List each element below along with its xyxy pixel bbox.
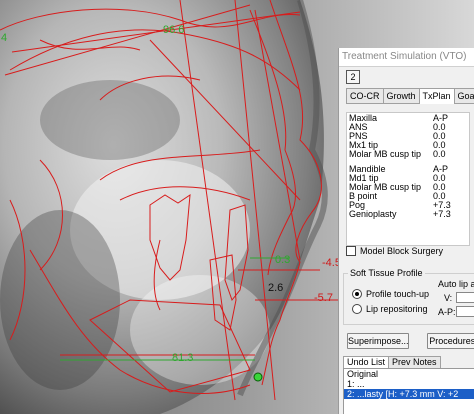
measurement-soft-tissue: 0.3 xyxy=(275,254,291,266)
tab-goal[interactable]: Goal xyxy=(453,88,474,103)
list-item[interactable]: Original xyxy=(344,369,474,379)
v-field[interactable] xyxy=(456,292,474,303)
model-block-label: Model Block Surgery xyxy=(360,246,444,256)
auto-lip-label: Auto lip a xyxy=(438,279,474,289)
measurement-chin: 81.3 xyxy=(172,352,194,364)
movement-grid: Maxilla A-P ANS 0.0 PNS 0.0 Mx1 tip 0.0 Mol… xyxy=(346,112,470,246)
treatment-simulation-panel: Treatment Simulation (VTO) 2 CO-CR Growt… xyxy=(338,48,474,414)
tab-prev-notes[interactable]: Prev Notes xyxy=(388,356,441,368)
measurement-angle-top: 96.6 xyxy=(163,24,185,36)
profile-touch-up-radio[interactable]: Profile touch-up xyxy=(352,289,429,299)
list-item-selected[interactable]: 2: ...lasty [H: +7.3 mm V: +2 xyxy=(344,389,474,399)
procedures-button[interactable]: Procedures... xyxy=(427,333,474,349)
tab-co-cr[interactable]: CO-CR xyxy=(346,88,384,103)
row-label: Genioplasty xyxy=(349,209,397,219)
radio-dot[interactable] xyxy=(352,304,362,314)
undo-list: Original 1: ... 2: ...lasty [H: +7.3 mm … xyxy=(343,368,474,414)
tab-growth[interactable]: Growth xyxy=(382,88,420,103)
measurement-right-2: -5.7 xyxy=(314,292,333,304)
measurement-left-edge: 4 xyxy=(1,32,8,44)
row-value[interactable]: 0.0 xyxy=(433,150,469,159)
profile-touch-up-label: Profile touch-up xyxy=(366,289,430,299)
soft-tissue-title: Soft Tissue Profile xyxy=(348,268,425,278)
tab-undo-list[interactable]: Undo List xyxy=(343,356,390,368)
soft-tissue-group: Soft Tissue Profile Profile touch-up Lip… xyxy=(343,268,474,325)
panel-title: Treatment Simulation (VTO) xyxy=(339,48,474,67)
row-label: Molar MB cusp tip xyxy=(349,149,422,159)
checkbox-box[interactable] xyxy=(346,246,356,256)
list-item[interactable]: 1: ... xyxy=(344,379,474,389)
ap-label: A-P: xyxy=(438,307,456,317)
number-button[interactable]: 2 xyxy=(346,70,360,84)
lip-repositoring-label: Lip repositoring xyxy=(366,304,428,314)
ap-field[interactable] xyxy=(456,306,474,317)
table-row[interactable]: Genioplasty +7.3 xyxy=(347,210,469,219)
measurement-lip: 2.6 xyxy=(268,282,284,294)
row-value[interactable]: +7.3 xyxy=(433,210,469,219)
tab-bar: CO-CR Growth TxPlan Goal xyxy=(346,88,474,104)
radio-dot[interactable] xyxy=(352,289,362,299)
v-label: V: xyxy=(444,293,453,303)
tab-txplan[interactable]: TxPlan xyxy=(418,88,455,104)
lip-repositoring-radio[interactable]: Lip repositoring xyxy=(352,304,428,314)
superimpose-button[interactable]: Superimpose... xyxy=(347,333,409,349)
undo-tab-bar: Undo List Prev Notes xyxy=(343,356,474,368)
table-row[interactable]: Molar MB cusp tip 0.0 xyxy=(347,150,469,159)
model-block-checkbox[interactable]: Model Block Surgery xyxy=(346,246,443,256)
